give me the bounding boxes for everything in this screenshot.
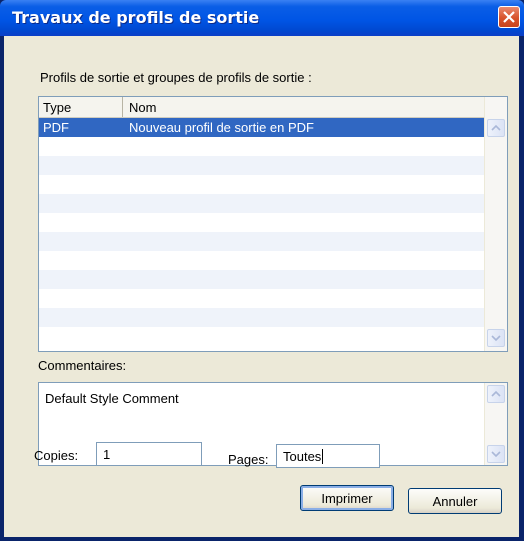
- column-header-nom[interactable]: Nom: [123, 97, 485, 117]
- column-header-type[interactable]: Type: [39, 97, 123, 117]
- comments-label: Commentaires:: [38, 358, 127, 373]
- scroll-down-button[interactable]: [487, 445, 505, 463]
- pages-value: Toutes: [283, 449, 322, 464]
- empty-row: [39, 289, 485, 308]
- empty-row: [39, 270, 485, 289]
- profiles-list[interactable]: Type Nom PDF Nouveau profil de sortie en…: [38, 96, 508, 352]
- chevron-down-icon: [491, 335, 501, 342]
- empty-row: [39, 251, 485, 270]
- close-icon: [503, 11, 515, 23]
- profiles-label: Profils de sortie et groupes de profils …: [40, 70, 312, 85]
- title-bar[interactable]: Travaux de profils de sortie: [0, 0, 524, 36]
- dialog-window: Travaux de profils de sortie Profils de …: [0, 0, 524, 541]
- cell-type: PDF: [43, 120, 69, 135]
- table-row[interactable]: PDF Nouveau profil de sortie en PDF: [39, 118, 485, 137]
- dialog-body: Profils de sortie et groupes de profils …: [4, 36, 519, 537]
- chevron-down-icon: [491, 451, 501, 458]
- scroll-down-button[interactable]: [487, 329, 505, 347]
- scroll-up-button[interactable]: [487, 385, 505, 403]
- close-button[interactable]: [498, 6, 520, 28]
- empty-row: [39, 156, 485, 175]
- pages-label: Pages:: [228, 452, 269, 467]
- empty-row: [39, 137, 485, 156]
- list-header: Type Nom: [39, 97, 485, 118]
- empty-row: [39, 213, 485, 232]
- empty-row: [39, 175, 485, 194]
- cancel-button[interactable]: Annuler: [408, 488, 502, 514]
- print-button[interactable]: Imprimer: [300, 485, 394, 511]
- text-cursor: [322, 449, 324, 464]
- chevron-up-icon: [491, 390, 501, 397]
- chevron-up-icon: [491, 124, 501, 131]
- pages-field[interactable]: Toutes: [276, 444, 380, 468]
- comments-scrollbar[interactable]: [484, 383, 507, 465]
- empty-row: [39, 232, 485, 251]
- empty-row: [39, 327, 485, 346]
- list-scrollbar[interactable]: [484, 97, 507, 351]
- empty-row: [39, 308, 485, 327]
- comments-text: Default Style Comment: [45, 391, 179, 406]
- copies-label: Copies:: [34, 448, 79, 463]
- scroll-up-button[interactable]: [487, 119, 505, 137]
- window-title: Travaux de profils de sortie: [12, 8, 260, 27]
- copies-field[interactable]: 1: [96, 442, 202, 466]
- cell-name: Nouveau profil de sortie en PDF: [129, 120, 314, 135]
- empty-row: [39, 194, 485, 213]
